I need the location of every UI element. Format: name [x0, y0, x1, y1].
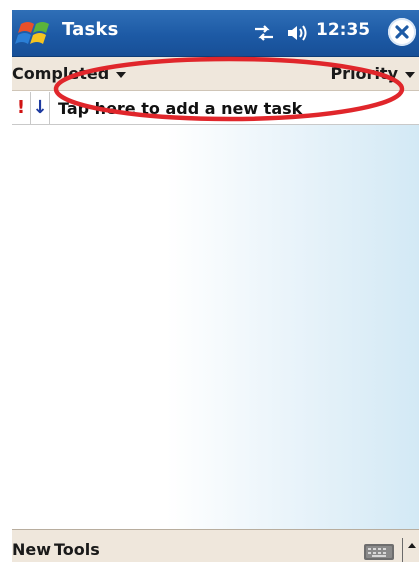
clock[interactable]: 12:35	[316, 20, 370, 40]
chevron-down-icon	[116, 71, 127, 78]
sort-arrow-button[interactable]: ↓	[31, 92, 50, 124]
priority-column-button[interactable]: !	[12, 92, 31, 124]
status-area: 12:35	[249, 10, 419, 56]
keyboard-button[interactable]	[363, 542, 395, 562]
sort-by-dropdown[interactable]: Priority	[330, 64, 415, 83]
menu-separator	[402, 538, 403, 562]
title-bar: Tasks 12:35	[12, 10, 419, 57]
start-button[interactable]	[15, 16, 55, 50]
windows-flag-icon	[15, 22, 49, 44]
close-button[interactable]	[388, 18, 416, 46]
pocketpc-screen: Tasks 12:35 Completed Priority ! ↓ Tap h…	[12, 10, 419, 562]
connectivity-icon[interactable]	[253, 23, 275, 43]
keyboard-icon	[364, 544, 394, 560]
sort-by-label: Priority	[330, 64, 398, 83]
category-filter-label: Completed	[12, 64, 110, 83]
task-entry-bar: ! ↓	[12, 92, 419, 125]
app-title: Tasks	[62, 19, 119, 40]
chevron-down-icon	[405, 71, 415, 78]
category-filter-dropdown[interactable]: Completed	[12, 64, 127, 83]
task-list[interactable]	[12, 125, 419, 529]
menu-bar: New Tools	[12, 529, 419, 562]
close-icon	[395, 25, 409, 39]
new-task-input[interactable]	[56, 96, 398, 120]
speaker-icon[interactable]	[286, 23, 310, 43]
input-arrow-icon[interactable]	[408, 543, 416, 548]
filter-bar: Completed Priority	[12, 57, 419, 91]
tools-menu-button[interactable]: Tools	[54, 540, 100, 559]
new-menu-button[interactable]: New	[12, 540, 51, 559]
